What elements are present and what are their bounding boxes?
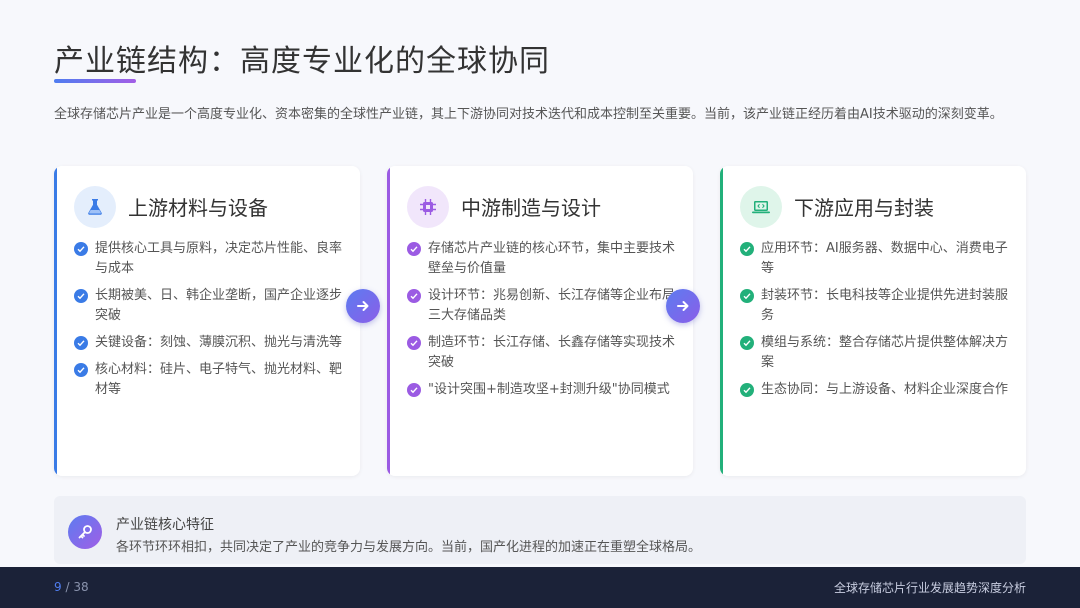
- list-item: 制造环节：长江存储、长鑫存储等实现技术突破: [407, 333, 677, 373]
- arrow-right-icon: [666, 289, 700, 323]
- check-circle-icon: [74, 363, 88, 377]
- list-item: 设计环节：兆易创新、长江存储等企业布局三大存储品类: [407, 286, 677, 326]
- card-list: 存储芯片产业链的核心环节，集中主要技术壁垒与价值量 设计环节：兆易创新、长江存储…: [407, 239, 677, 407]
- check-circle-icon: [740, 383, 754, 397]
- footer-title: 全球存储芯片行业发展趋势深度分析: [833, 581, 1026, 595]
- page-number: 9 / 38: [54, 580, 89, 594]
- list-item: 存储芯片产业链的核心环节，集中主要技术壁垒与价值量: [407, 239, 677, 279]
- card-title: 上游材料与设备: [128, 196, 268, 220]
- card-downstream: 下游应用与封装 应用环节：AI服务器、数据中心、消费电子等 封装环节：长电科技等…: [720, 166, 1026, 476]
- arrow-right-icon: [346, 289, 380, 323]
- check-circle-icon: [407, 242, 421, 256]
- page-total: 38: [73, 580, 89, 594]
- check-circle-icon: [407, 383, 421, 397]
- list-item: 提供核心工具与原料，决定芯片性能、良率与成本: [74, 239, 344, 279]
- key-icon: [68, 515, 102, 549]
- check-circle-icon: [407, 289, 421, 303]
- check-circle-icon: [74, 289, 88, 303]
- list-item: 模组与系统：整合存储芯片提供整体解决方案: [740, 333, 1010, 373]
- summary-text: 各环节环环相扣，共同决定了产业的竞争力与发展方向。当前，国产化进程的加速正在重塑…: [116, 540, 702, 555]
- summary-box: 产业链核心特征 各环节环环相扣，共同决定了产业的竞争力与发展方向。当前，国产化进…: [54, 496, 1026, 564]
- laptop-code-icon: [740, 186, 782, 228]
- page-separator: /: [61, 580, 74, 594]
- page-current: 9: [54, 580, 62, 594]
- check-circle-icon: [740, 336, 754, 350]
- list-item: 关键设备：刻蚀、薄膜沉积、抛光与清洗等: [74, 333, 344, 353]
- intro-paragraph: 全球存储芯片产业是一个高度专业化、资本密集的全球性产业链，其上下游协同对技术迭代…: [54, 107, 1003, 122]
- list-item: 长期被美、日、韩企业垄断，国产企业逐步突破: [74, 286, 344, 326]
- list-item: 生态协同：与上游设备、材料企业深度合作: [740, 380, 1010, 400]
- list-item: 核心材料：硅片、电子特气、抛光材料、靶材等: [74, 360, 344, 400]
- title-underline: [54, 79, 136, 83]
- check-circle-icon: [407, 336, 421, 350]
- check-circle-icon: [74, 336, 88, 350]
- list-item: 应用环节：AI服务器、数据中心、消费电子等: [740, 239, 1010, 279]
- list-item: 封装环节：长电科技等企业提供先进封装服务: [740, 286, 1010, 326]
- flask-icon: [74, 186, 116, 228]
- card-list: 提供核心工具与原料，决定芯片性能、良率与成本 长期被美、日、韩企业垄断，国产企业…: [74, 239, 344, 407]
- footer-bar: 9 / 38 全球存储芯片行业发展趋势深度分析: [0, 567, 1080, 608]
- check-circle-icon: [740, 289, 754, 303]
- check-circle-icon: [740, 242, 754, 256]
- card-midstream: 中游制造与设计 存储芯片产业链的核心环节，集中主要技术壁垒与价值量 设计环节：兆…: [387, 166, 693, 476]
- page-title: 产业链结构：高度专业化的全球协同: [54, 44, 550, 79]
- card-title: 下游应用与封装: [794, 196, 934, 220]
- card-upstream: 上游材料与设备 提供核心工具与原料，决定芯片性能、良率与成本 长期被美、日、韩企…: [54, 166, 360, 476]
- check-circle-icon: [74, 242, 88, 256]
- summary-title: 产业链核心特征: [116, 517, 214, 533]
- card-list: 应用环节：AI服务器、数据中心、消费电子等 封装环节：长电科技等企业提供先进封装…: [740, 239, 1010, 407]
- list-item: "设计突围+制造攻坚+封测升级"协同模式: [407, 380, 677, 400]
- chip-icon: [407, 186, 449, 228]
- card-title: 中游制造与设计: [461, 196, 601, 220]
